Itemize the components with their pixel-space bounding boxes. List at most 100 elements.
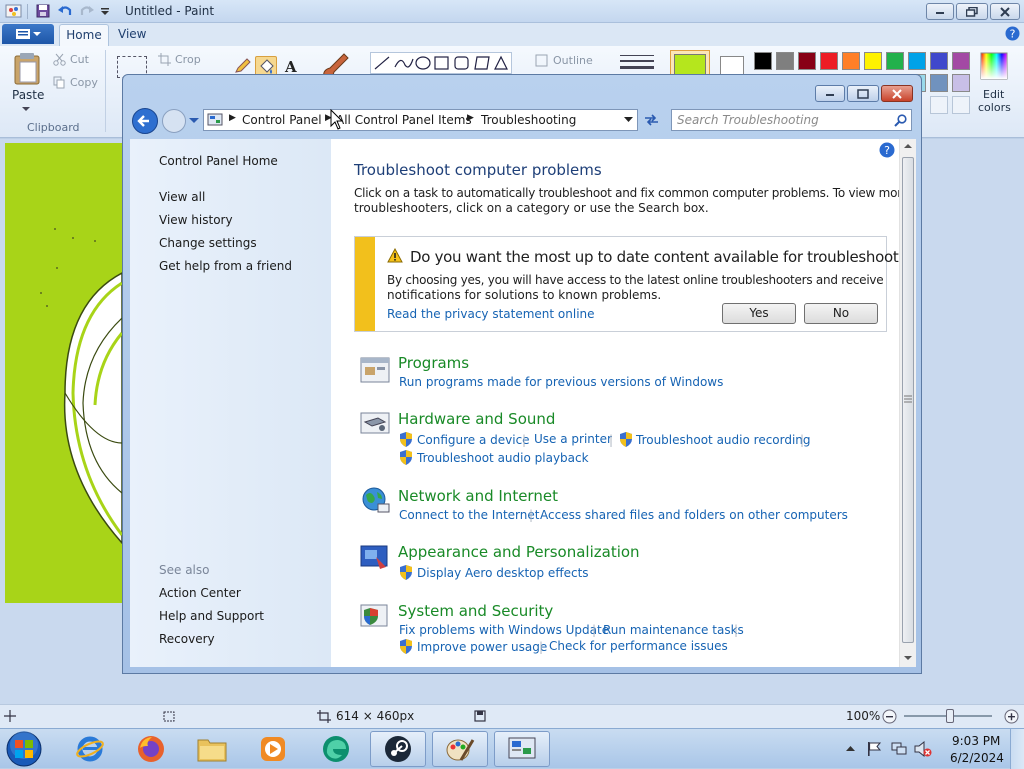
back-icon[interactable] <box>131 107 159 135</box>
taskbar-firefox[interactable] <box>123 731 179 767</box>
color-swatch[interactable] <box>908 52 926 70</box>
outline-icon[interactable] <box>535 54 548 67</box>
address-bar[interactable]: ▶ Control Panel ▶ All Control Panel Item… <box>203 109 638 131</box>
view-all-link[interactable]: View all <box>159 190 205 204</box>
outline-label[interactable]: Outline <box>553 54 593 67</box>
color-swatch[interactable] <box>842 52 860 70</box>
color-swatch[interactable] <box>952 74 970 92</box>
category-appearance[interactable]: Appearance and Personalization <box>398 543 640 561</box>
restore-button[interactable] <box>956 3 988 20</box>
paste-dropdown-icon[interactable] <box>22 106 30 112</box>
color-swatch[interactable] <box>820 52 838 70</box>
breadcrumb-control-panel[interactable]: Control Panel <box>242 113 322 127</box>
privacy-link[interactable]: Read the privacy statement online <box>387 307 595 321</box>
taskbar-steam[interactable] <box>370 731 426 767</box>
show-desktop-button[interactable] <box>1010 729 1024 769</box>
get-help-link[interactable]: Get help from a friend <box>159 259 292 273</box>
control-panel-home-link[interactable]: Control Panel Home <box>159 154 278 168</box>
edit-colors-label-2[interactable]: colors <box>978 101 1011 114</box>
minimize-button[interactable] <box>926 3 954 20</box>
breadcrumb-all-items[interactable]: All Control Panel Items <box>336 113 472 127</box>
paste-icon[interactable] <box>12 52 42 86</box>
color-swatch[interactable] <box>886 52 904 70</box>
pencil-icon[interactable] <box>234 58 252 74</box>
forward-icon[interactable] <box>161 108 187 134</box>
task-link[interactable]: Connect to the Internet <box>399 508 539 522</box>
scroll-up-icon[interactable] <box>904 143 912 149</box>
vertical-scrollbar[interactable] <box>899 139 916 667</box>
search-input[interactable]: Search Troubleshooting <box>671 109 912 131</box>
task-link[interactable]: Run programs made for previous versions … <box>399 375 723 389</box>
cut-icon[interactable] <box>53 53 66 66</box>
clock-date[interactable]: 6/2/2024 <box>950 751 1004 765</box>
breadcrumb-sep[interactable]: ▶ <box>467 113 474 123</box>
taskbar-internet-explorer[interactable] <box>62 731 118 767</box>
help-icon[interactable]: ? <box>1005 26 1020 41</box>
address-dropdown-icon[interactable] <box>624 117 633 123</box>
task-link[interactable]: Run maintenance tasks <box>603 623 744 637</box>
size-icon[interactable] <box>620 54 654 70</box>
qa-customize-icon[interactable] <box>100 8 110 16</box>
breadcrumb-troubleshooting[interactable]: Troubleshooting <box>481 113 576 127</box>
help-icon[interactable]: ? <box>879 142 895 158</box>
start-button[interactable] <box>3 730 45 768</box>
network-icon[interactable] <box>890 741 908 757</box>
action-center-link[interactable]: Action Center <box>159 586 241 600</box>
close-button[interactable] <box>990 3 1020 20</box>
taskbar-edge[interactable] <box>308 731 364 767</box>
save-icon[interactable] <box>35 3 51 19</box>
color-swatch[interactable] <box>952 52 970 70</box>
paste-label[interactable]: Paste <box>12 88 44 102</box>
task-link[interactable]: Display Aero desktop effects <box>417 566 589 580</box>
taskbar-paint[interactable] <box>432 731 488 767</box>
cut-label[interactable]: Cut <box>70 53 89 66</box>
empty-swatch[interactable] <box>952 96 970 114</box>
paint-menu-button[interactable] <box>2 24 54 44</box>
search-icon[interactable] <box>894 114 907 127</box>
tab-view[interactable]: View <box>118 27 146 41</box>
taskbar-media-player[interactable] <box>245 731 301 767</box>
zoom-out-icon[interactable] <box>882 709 897 724</box>
action-center-flag-icon[interactable] <box>866 741 882 757</box>
empty-swatch[interactable] <box>930 96 948 114</box>
task-link[interactable]: Troubleshoot audio playback <box>417 451 589 465</box>
recovery-link[interactable]: Recovery <box>159 632 215 646</box>
category-hardware-sound[interactable]: Hardware and Sound <box>398 410 555 428</box>
task-link[interactable]: Access shared files and folders on other… <box>540 508 848 522</box>
breadcrumb-sep[interactable]: ▶ <box>229 113 236 123</box>
cp-minimize-button[interactable] <box>815 85 845 102</box>
task-link[interactable]: Improve power usage <box>417 640 547 654</box>
taskbar-file-explorer[interactable] <box>184 731 240 767</box>
volume-muted-icon[interactable] <box>914 741 932 757</box>
scroll-down-icon[interactable] <box>904 655 912 661</box>
change-settings-link[interactable]: Change settings <box>159 236 257 250</box>
category-programs[interactable]: Programs <box>398 354 469 372</box>
yes-button[interactable]: Yes <box>722 303 796 324</box>
category-network-internet[interactable]: Network and Internet <box>398 487 558 505</box>
color-swatch[interactable] <box>930 52 948 70</box>
task-link[interactable]: Check for performance issues <box>549 639 728 653</box>
color-swatch[interactable] <box>930 74 948 92</box>
category-system-security[interactable]: System and Security <box>398 602 553 620</box>
taskbar-control-panel[interactable] <box>494 731 550 767</box>
view-history-link[interactable]: View history <box>159 213 233 227</box>
copy-label[interactable]: Copy <box>70 76 98 89</box>
task-link[interactable]: Fix problems with Windows Update <box>399 623 609 637</box>
color-swatch[interactable] <box>864 52 882 70</box>
edit-colors-icon[interactable] <box>980 52 1008 80</box>
cp-maximize-button[interactable] <box>847 85 879 102</box>
paint-canvas[interactable] <box>5 143 122 603</box>
color-swatch[interactable] <box>754 52 772 70</box>
copy-icon[interactable] <box>53 76 66 89</box>
show-hidden-icons-icon[interactable] <box>846 745 855 752</box>
color-swatch[interactable] <box>776 52 794 70</box>
crop-label[interactable]: Crop <box>175 53 201 66</box>
edit-colors-label-1[interactable]: Edit <box>983 88 1004 101</box>
refresh-icon[interactable] <box>643 112 660 128</box>
task-link[interactable]: Configure a device <box>417 433 530 447</box>
zoom-slider-thumb[interactable] <box>946 709 954 723</box>
shapes-gallery[interactable] <box>370 52 512 74</box>
undo-icon[interactable] <box>57 3 73 19</box>
task-link[interactable]: Troubleshoot audio recording <box>636 433 811 447</box>
clock-time[interactable]: 9:03 PM <box>952 734 1000 748</box>
